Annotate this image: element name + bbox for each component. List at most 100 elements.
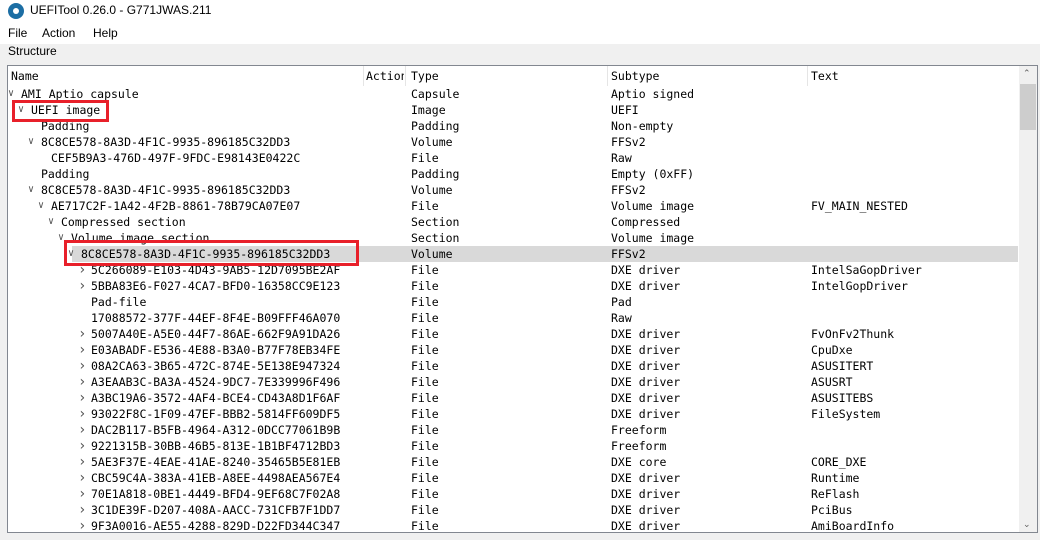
column-header-name[interactable]: Name xyxy=(11,69,39,83)
cell-subtype: Compressed xyxy=(611,215,681,229)
cell-text: IntelSaGopDriver xyxy=(811,263,922,277)
chevron-right-icon[interactable]: › xyxy=(78,502,86,518)
tree-row[interactable]: › 9F3A0016-AE55-4288-829D-D22FD344C347 Fil… xyxy=(8,518,1018,533)
cell-type: File xyxy=(411,327,439,341)
chevron-right-icon[interactable]: › xyxy=(78,358,86,374)
column-divider xyxy=(363,66,364,86)
cell-text: ASUSRT xyxy=(811,375,853,389)
cell-subtype: Volume image xyxy=(611,199,695,213)
cell-type: Volume xyxy=(411,247,453,261)
chevron-down-icon[interactable]: ∨ xyxy=(28,182,34,198)
highlight-box-nested-volume xyxy=(64,240,359,266)
highlight-box-uefi-image xyxy=(12,100,109,122)
tree-row[interactable]: › 08A2CA63-3B65-472C-874E-5E138E947324 Fil… xyxy=(8,358,1018,374)
cell-type: Padding xyxy=(411,167,460,181)
cell-name: 5BBA83E6-F027-4CA7-BFD0-16358CC9E123 xyxy=(91,279,341,293)
tree-row[interactable]: › E03ABADF-E536-4E88-B3A0-B77F78EB34FE Fil… xyxy=(8,342,1018,358)
menu-help[interactable]: Help xyxy=(93,26,118,40)
tree-row[interactable]: › 93022F8C-1F09-47EF-BBB2-5814FF609DF5 Fil… xyxy=(8,406,1018,422)
chevron-right-icon[interactable]: › xyxy=(78,438,86,454)
cell-subtype: FFSv2 xyxy=(611,183,646,197)
tree-row[interactable]: › 5007A40E-A5E0-44F7-86AE-662F9A91DA26 Fil… xyxy=(8,326,1018,342)
cell-subtype: DXE driver xyxy=(611,391,681,405)
column-header-type[interactable]: Type xyxy=(411,69,439,83)
tree-row[interactable]: ∨ AMI Aptio capsule Capsule Aptio signed xyxy=(8,86,1018,102)
chevron-down-icon[interactable]: ∨ xyxy=(28,134,34,150)
cell-text: FV_MAIN_NESTED xyxy=(811,199,908,213)
cell-name: 9F3A0016-AE55-4288-829D-D22FD344C347 xyxy=(91,519,341,533)
chevron-down-icon[interactable]: ∨ xyxy=(38,198,44,214)
cell-text: ASUSITEBS xyxy=(811,391,874,405)
gear-icon xyxy=(8,3,24,19)
tree-row[interactable]: Padding Padding Non-empty xyxy=(8,118,1018,134)
tree-row[interactable]: ∨ UEFI image Image UEFI xyxy=(8,102,1018,118)
chevron-right-icon[interactable]: › xyxy=(78,486,86,502)
column-header-text[interactable]: Text xyxy=(811,69,839,83)
cell-name: 08A2CA63-3B65-472C-874E-5E138E947324 xyxy=(91,359,341,373)
tree-row[interactable]: › 5AE3F37E-4EAE-41AE-8240-35465B5E81EB Fil… xyxy=(8,454,1018,470)
chevron-right-icon[interactable]: › xyxy=(78,326,86,342)
chevron-down-icon[interactable]: ∨ xyxy=(48,214,54,230)
chevron-right-icon[interactable]: › xyxy=(78,342,86,358)
scroll-down-icon[interactable]: ⌄ xyxy=(1023,519,1031,530)
cell-type: File xyxy=(411,343,439,357)
scrollbar-thumb[interactable] xyxy=(1020,84,1036,130)
tree-row[interactable]: › 70E1A818-0BE1-4449-BFD4-9EF68C7F02A8 Fil… xyxy=(8,486,1018,502)
window-title: UEFITool 0.26.0 - G771JWAS.211 xyxy=(30,3,212,17)
tree-row[interactable]: Padding Padding Empty (0xFF) xyxy=(8,166,1018,182)
tree-row[interactable]: ∨ Compressed section Section Compressed xyxy=(8,214,1018,230)
cell-type: File xyxy=(411,151,439,165)
chevron-right-icon[interactable]: › xyxy=(78,454,86,470)
cell-type: File xyxy=(411,455,439,469)
cell-name: A3EAAB3C-BA3A-4524-9DC7-7E339996F496 xyxy=(91,375,341,389)
column-divider xyxy=(807,66,808,86)
tree-row[interactable]: › CBC59C4A-383A-41EB-A8EE-4498AEA567E4 Fil… xyxy=(8,470,1018,486)
column-header-subtype[interactable]: Subtype xyxy=(611,69,659,83)
tree-row[interactable]: › 5BBA83E6-F027-4CA7-BFD0-16358CC9E123 Fil… xyxy=(8,278,1018,294)
tree-row[interactable]: › A3BC19A6-3572-4AF4-BCE4-CD43A8D1F6AF Fil… xyxy=(8,390,1018,406)
chevron-right-icon[interactable]: › xyxy=(78,406,86,422)
chevron-right-icon[interactable]: › xyxy=(78,278,86,294)
cell-type: Capsule xyxy=(411,87,460,101)
tree-row[interactable]: › 9221315B-30BB-46B5-813E-1B1BF4712BD3 Fil… xyxy=(8,438,1018,454)
cell-type: File xyxy=(411,295,439,309)
chevron-right-icon[interactable]: › xyxy=(78,518,86,532)
tree-row[interactable]: › DAC2B117-B5FB-4964-A312-0DCC77061B9B Fil… xyxy=(8,422,1018,438)
tree-row[interactable]: CEF5B9A3-476D-497F-9FDC-E98143E0422C File… xyxy=(8,150,1018,166)
vertical-scrollbar[interactable]: ⌃ ⌄ xyxy=(1019,66,1037,532)
column-header-action[interactable]: Action xyxy=(366,69,404,83)
cell-name: A3BC19A6-3572-4AF4-BCE4-CD43A8D1F6AF xyxy=(91,391,341,405)
cell-name: 3C1DE39F-D207-408A-AACC-731CFB7F1DD7 xyxy=(91,503,341,517)
cell-text: CORE_DXE xyxy=(811,455,867,469)
cell-subtype: DXE driver xyxy=(611,471,681,485)
menu-file[interactable]: File xyxy=(8,26,27,40)
tree-row[interactable]: ∨ 8C8CE578-8A3D-4F1C-9935-896185C32DD3 Vol… xyxy=(8,134,1018,150)
title-bar: UEFITool 0.26.0 - G771JWAS.211 xyxy=(0,0,1040,22)
chevron-right-icon[interactable]: › xyxy=(78,422,86,438)
tree-row[interactable]: Pad-file File Pad xyxy=(8,294,1018,310)
cell-text: IntelGopDriver xyxy=(811,279,908,293)
cell-subtype: Freeform xyxy=(611,439,667,453)
tree-row[interactable]: › 3C1DE39F-D207-408A-AACC-731CFB7F1DD7 Fil… xyxy=(8,502,1018,518)
cell-subtype: DXE driver xyxy=(611,343,681,357)
cell-text: FvOnFv2Thunk xyxy=(811,327,895,341)
scroll-up-icon[interactable]: ⌃ xyxy=(1023,68,1031,79)
cell-name: CEF5B9A3-476D-497F-9FDC-E98143E0422C xyxy=(51,151,301,165)
cell-type: Volume xyxy=(411,183,453,197)
chevron-right-icon[interactable]: › xyxy=(78,470,86,486)
tree-row[interactable]: ∨ 8C8CE578-8A3D-4F1C-9935-896185C32DD3 Vol… xyxy=(8,182,1018,198)
tree-row[interactable]: 17088572-377F-44EF-8F4E-B09FFF46A070 File… xyxy=(8,310,1018,326)
tree-row[interactable]: ∨ AE717C2F-1A42-4F2B-8861-78B79CA07E07 Fil… xyxy=(8,198,1018,214)
cell-subtype: UEFI xyxy=(611,103,639,117)
menu-action[interactable]: Action xyxy=(42,26,75,40)
cell-type: File xyxy=(411,263,439,277)
cell-subtype: DXE driver xyxy=(611,279,681,293)
cell-type: File xyxy=(411,199,439,213)
structure-tree[interactable]: Name Action Type Subtype Text ∨ AMI Aptio… xyxy=(7,65,1038,533)
chevron-right-icon[interactable]: › xyxy=(78,374,86,390)
tree-row[interactable]: › A3EAAB3C-BA3A-4524-9DC7-7E339996F496 Fil… xyxy=(8,374,1018,390)
chevron-right-icon[interactable]: › xyxy=(78,390,86,406)
cell-subtype: DXE core xyxy=(611,455,667,469)
cell-name: 93022F8C-1F09-47EF-BBB2-5814FF609DF5 xyxy=(91,407,341,421)
cell-subtype: Non-empty xyxy=(611,119,674,133)
